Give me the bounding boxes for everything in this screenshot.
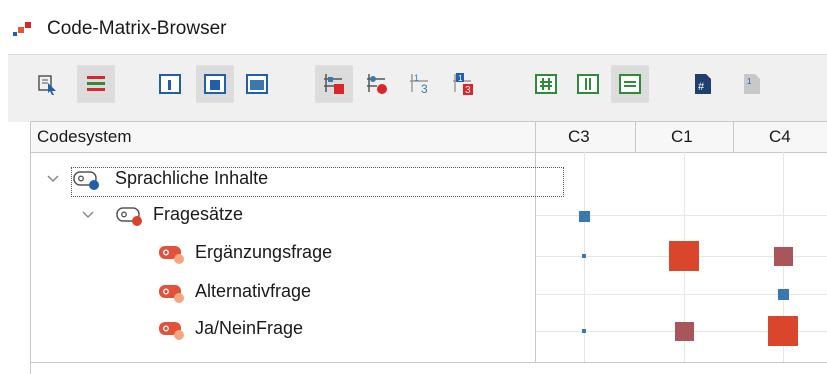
tree-row[interactable]: Alternativfrage bbox=[31, 275, 827, 313]
layout-full-icon bbox=[246, 74, 268, 94]
hash-document-button[interactable]: # bbox=[684, 65, 722, 103]
matrix-cell-symbol[interactable] bbox=[773, 246, 793, 266]
layout-center-button[interactable] bbox=[196, 65, 234, 103]
app-logo-icon bbox=[13, 22, 31, 36]
symbol-squares-icon bbox=[324, 74, 344, 94]
matrix-cell-symbol[interactable] bbox=[582, 254, 586, 258]
values-icon: 1 3 bbox=[410, 73, 428, 96]
hash-grid-button[interactable] bbox=[527, 65, 565, 103]
tree-row[interactable]: Fragesätze bbox=[31, 198, 827, 236]
window-title: Code-Matrix-Browser bbox=[47, 18, 227, 39]
tree-row-label: Alternativfrage bbox=[195, 281, 312, 301]
matrix-cell-symbol[interactable] bbox=[777, 288, 789, 300]
layout-center-icon bbox=[204, 74, 226, 94]
numbers-document-icon: 1 bbox=[744, 74, 760, 94]
svg-text:1: 1 bbox=[414, 73, 419, 83]
hash-document-icon: # bbox=[695, 74, 711, 94]
matrix-cell-symbol[interactable] bbox=[582, 329, 586, 333]
columns-button[interactable] bbox=[569, 65, 607, 103]
layout-full-button[interactable] bbox=[238, 65, 276, 103]
values-colored-button[interactable]: 1 3 bbox=[444, 65, 482, 103]
toolbar: 1 3 1 3 # 1 bbox=[8, 54, 827, 122]
header-column-c3[interactable]: C3 bbox=[568, 122, 590, 152]
header-separator bbox=[635, 122, 636, 152]
rows-icon bbox=[619, 74, 641, 94]
code-tag-icon bbox=[73, 171, 99, 190]
grid-bottom-border bbox=[31, 362, 827, 363]
svg-text:#: # bbox=[698, 81, 705, 93]
symbol-circles-button[interactable] bbox=[358, 65, 396, 103]
layout-left-button[interactable] bbox=[151, 65, 189, 103]
select-documents-icon bbox=[38, 75, 56, 95]
tree-row[interactable]: Sprachliche Inhalte bbox=[31, 162, 827, 200]
values-button[interactable]: 1 3 bbox=[401, 65, 439, 103]
header-separator bbox=[535, 122, 536, 152]
rows-button[interactable] bbox=[611, 65, 649, 103]
hash-grid-icon bbox=[535, 74, 557, 94]
header-separator bbox=[733, 122, 734, 152]
tree-row-label: Ergänzungsfrage bbox=[195, 242, 333, 262]
svg-text:1: 1 bbox=[747, 77, 752, 86]
header-codesystem[interactable]: Codesystem bbox=[37, 122, 131, 152]
tree-row[interactable]: Ergänzungsfrage bbox=[31, 236, 827, 274]
codes-bars-button[interactable] bbox=[77, 65, 115, 103]
title-bar: Code-Matrix-Browser bbox=[0, 0, 827, 52]
matrix-cell-symbol[interactable] bbox=[669, 241, 699, 271]
svg-text:1: 1 bbox=[458, 74, 463, 83]
select-documents-button[interactable] bbox=[29, 65, 67, 103]
svg-text:3: 3 bbox=[421, 82, 428, 96]
svg-text:3: 3 bbox=[465, 85, 471, 96]
matrix-header: Codesystem C3 C1 C4 bbox=[31, 121, 827, 153]
tree-row[interactable]: Ja/NeinFrage bbox=[31, 312, 827, 350]
symbol-circles-icon bbox=[367, 74, 387, 94]
symbol-squares-button[interactable] bbox=[315, 65, 353, 103]
chevron-down-icon[interactable] bbox=[46, 172, 60, 186]
columns-icon bbox=[577, 74, 599, 94]
tree-row-label: Ja/NeinFrage bbox=[195, 318, 304, 338]
header-column-c1[interactable]: C1 bbox=[671, 122, 693, 152]
numbers-document-button[interactable]: 1 bbox=[733, 65, 771, 103]
code-tag-icon bbox=[159, 246, 184, 264]
code-tag-icon bbox=[159, 322, 184, 340]
header-column-c4[interactable]: C4 bbox=[769, 122, 791, 152]
code-tag-icon bbox=[116, 207, 142, 226]
code-tag-icon bbox=[159, 285, 184, 303]
matrix-cell-symbol[interactable] bbox=[578, 210, 590, 222]
values-colored-icon: 1 3 bbox=[453, 73, 473, 96]
layout-left-icon bbox=[159, 74, 181, 94]
code-matrix: Codesystem C3 C1 C4 Sprachliche Inhalte bbox=[30, 121, 827, 374]
matrix-cell-symbol[interactable] bbox=[768, 316, 798, 346]
tree-row-label: Sprachliche Inhalte bbox=[115, 168, 269, 188]
chevron-down-icon[interactable] bbox=[81, 208, 95, 222]
codes-bars-icon bbox=[87, 76, 105, 91]
tree-row-label: Fragesätze bbox=[153, 204, 244, 224]
matrix-cell-symbol[interactable] bbox=[674, 321, 694, 341]
